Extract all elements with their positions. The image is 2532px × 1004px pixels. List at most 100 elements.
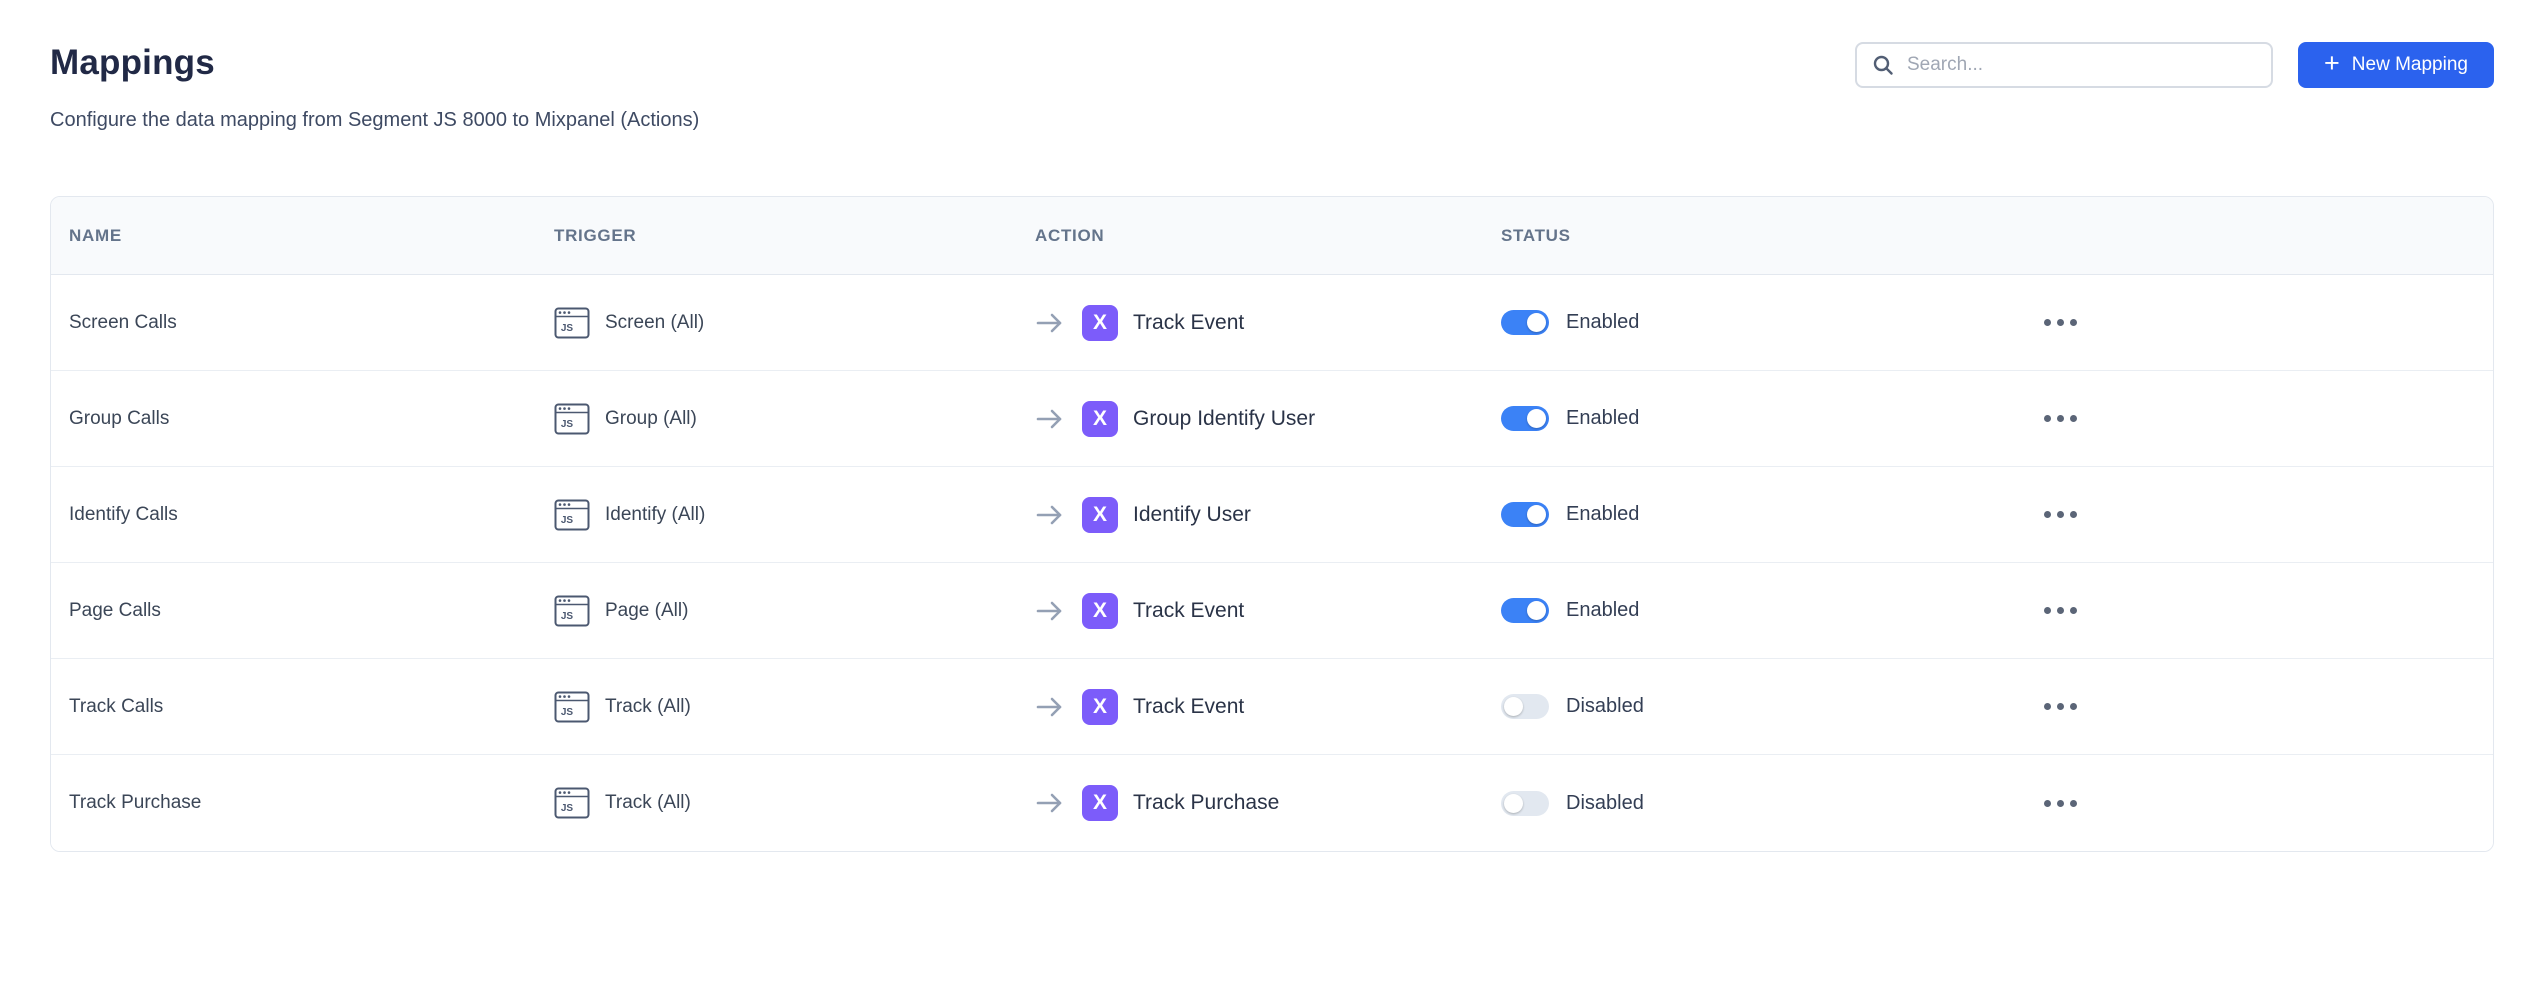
trigger-label: Track (All) <box>605 792 691 814</box>
trigger-label: Group (All) <box>605 408 697 430</box>
mapping-action: X Track Purchase <box>1035 785 1501 821</box>
mapping-menu-cell <box>1991 311 2493 334</box>
table-row: Screen Calls JS Screen (All) X Track Eve… <box>51 275 2493 371</box>
search-icon <box>1871 53 1895 77</box>
ellipsis-icon <box>2044 703 2051 710</box>
mapping-name: Identify Calls <box>69 504 554 526</box>
row-menu-button[interactable] <box>2036 792 2085 815</box>
table-row: Track Calls JS Track (All) X Track Event… <box>51 659 2493 755</box>
status-toggle[interactable] <box>1501 598 1549 623</box>
mixpanel-icon: X <box>1082 305 1118 341</box>
toggle-knob <box>1527 601 1546 620</box>
mapping-action: X Group Identify User <box>1035 401 1501 437</box>
table-row: Page Calls JS Page (All) X Track Event E… <box>51 563 2493 659</box>
plus-icon: + <box>2324 50 2340 77</box>
status-toggle[interactable] <box>1501 406 1549 431</box>
status-toggle[interactable] <box>1501 791 1549 816</box>
toggle-knob <box>1527 313 1546 332</box>
mapping-action: X Identify User <box>1035 497 1501 533</box>
mapping-name: Screen Calls <box>69 312 554 334</box>
svg-text:JS: JS <box>561 323 574 334</box>
status-toggle[interactable] <box>1501 694 1549 719</box>
status-toggle[interactable] <box>1501 502 1549 527</box>
row-menu-button[interactable] <box>2036 311 2085 334</box>
trigger-label: Track (All) <box>605 696 691 718</box>
status-label: Enabled <box>1566 407 1639 430</box>
mapping-trigger: JS Track (All) <box>554 787 1035 819</box>
mapping-menu-cell <box>1991 503 2493 526</box>
arrow-right-icon <box>1035 407 1065 431</box>
page-subtitle: Configure the data mapping from Segment … <box>50 108 2494 132</box>
mapping-trigger: JS Screen (All) <box>554 307 1035 339</box>
trigger-label: Identify (All) <box>605 504 705 526</box>
row-menu-button[interactable] <box>2036 407 2085 430</box>
table-row: Track Purchase JS Track (All) X Track Pu… <box>51 755 2493 851</box>
mapping-menu-cell <box>1991 792 2493 815</box>
action-label: Identify User <box>1133 503 1251 527</box>
table-row: Identify Calls JS Identify (All) X Ident… <box>51 467 2493 563</box>
mapping-trigger: JS Page (All) <box>554 595 1035 627</box>
row-menu-button[interactable] <box>2036 695 2085 718</box>
mapping-trigger: JS Track (All) <box>554 691 1035 723</box>
mapping-name: Page Calls <box>69 600 554 622</box>
mapping-status: Enabled <box>1501 310 1991 335</box>
row-menu-button[interactable] <box>2036 503 2085 526</box>
mapping-name: Track Calls <box>69 696 554 718</box>
status-label: Disabled <box>1566 695 1644 718</box>
mapping-menu-cell <box>1991 695 2493 718</box>
arrow-right-icon <box>1035 791 1065 815</box>
js-source-window-icon: JS <box>554 499 590 531</box>
arrow-right-icon <box>1035 695 1065 719</box>
trigger-label: Screen (All) <box>605 312 704 334</box>
toggle-knob <box>1504 697 1523 716</box>
table-row: Group Calls JS Group (All) X Group Ident… <box>51 371 2493 467</box>
toggle-knob <box>1527 505 1546 524</box>
mixpanel-icon: X <box>1082 689 1118 725</box>
toggle-knob <box>1504 794 1523 813</box>
js-source-window-icon: JS <box>554 787 590 819</box>
toolbar: + New Mapping <box>1855 42 2494 88</box>
mapping-status: Enabled <box>1501 502 1991 527</box>
svg-text:JS: JS <box>561 515 574 526</box>
column-header-status: STATUS <box>1501 226 1991 246</box>
svg-text:JS: JS <box>561 419 574 430</box>
mixpanel-icon: X <box>1082 401 1118 437</box>
column-header-action: ACTION <box>1035 226 1501 246</box>
js-source-window-icon: JS <box>554 403 590 435</box>
svg-text:JS: JS <box>561 611 574 622</box>
arrow-right-icon <box>1035 503 1065 527</box>
arrow-right-icon <box>1035 311 1065 335</box>
ellipsis-icon <box>2044 511 2051 518</box>
mixpanel-icon: X <box>1082 497 1118 533</box>
search-box[interactable] <box>1855 42 2273 88</box>
svg-text:JS: JS <box>561 707 574 718</box>
mapping-status: Enabled <box>1501 598 1991 623</box>
column-header-trigger: TRIGGER <box>554 226 1035 246</box>
mapping-action: X Track Event <box>1035 593 1501 629</box>
mapping-menu-cell <box>1991 599 2493 622</box>
status-label: Disabled <box>1566 792 1644 815</box>
status-toggle[interactable] <box>1501 310 1549 335</box>
action-label: Track Event <box>1133 599 1244 623</box>
arrow-right-icon <box>1035 599 1065 623</box>
search-input[interactable] <box>1907 54 2257 76</box>
action-label: Track Purchase <box>1133 791 1279 815</box>
trigger-label: Page (All) <box>605 600 688 622</box>
action-label: Group Identify User <box>1133 407 1315 431</box>
ellipsis-icon <box>2044 415 2051 422</box>
js-source-window-icon: JS <box>554 307 590 339</box>
mixpanel-icon: X <box>1082 785 1118 821</box>
new-mapping-button[interactable]: + New Mapping <box>2298 42 2494 88</box>
mappings-table: NAME TRIGGER ACTION STATUS Screen Calls … <box>50 196 2494 852</box>
mapping-name: Track Purchase <box>69 792 554 814</box>
js-source-window-icon: JS <box>554 595 590 627</box>
mapping-status: Disabled <box>1501 791 1991 816</box>
row-menu-button[interactable] <box>2036 599 2085 622</box>
toggle-knob <box>1527 409 1546 428</box>
page-header: Mappings + New Mapping <box>50 0 2494 88</box>
status-label: Enabled <box>1566 311 1639 334</box>
mapping-action: X Track Event <box>1035 305 1501 341</box>
mapping-menu-cell <box>1991 407 2493 430</box>
mapping-action: X Track Event <box>1035 689 1501 725</box>
mapping-name: Group Calls <box>69 408 554 430</box>
